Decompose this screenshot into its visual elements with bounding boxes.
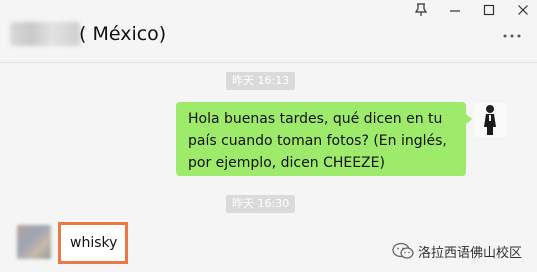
chat-title: ( México) [79, 23, 167, 45]
more-icon[interactable] [502, 26, 522, 42]
timestamp: 昨天 16:30 [226, 195, 296, 213]
watermark-text: 洛拉西语佛山校区 [418, 245, 523, 261]
outgoing-message-bubble[interactable]: Hola buenas tardes, qué dicen en tu país… [176, 102, 472, 176]
wechat-logo-icon [392, 242, 414, 260]
title-bar: ( México) [0, 0, 537, 63]
watermark: 洛拉西语佛山校区 [392, 240, 522, 262]
close-icon[interactable] [514, 3, 532, 21]
minimize-icon[interactable] [446, 3, 464, 21]
my-avatar[interactable] [474, 103, 506, 137]
chat-window: ( México) 昨天 16:13 Hola buenas tardes, q… [0, 0, 537, 272]
maximize-icon[interactable] [480, 3, 498, 21]
contact-avatar-blurred[interactable] [17, 225, 51, 259]
incoming-message-bubble[interactable]: whisky [66, 229, 122, 257]
contact-name-blurred [10, 22, 80, 46]
pin-icon[interactable] [412, 3, 430, 21]
timestamp: 昨天 16:13 [226, 72, 296, 90]
